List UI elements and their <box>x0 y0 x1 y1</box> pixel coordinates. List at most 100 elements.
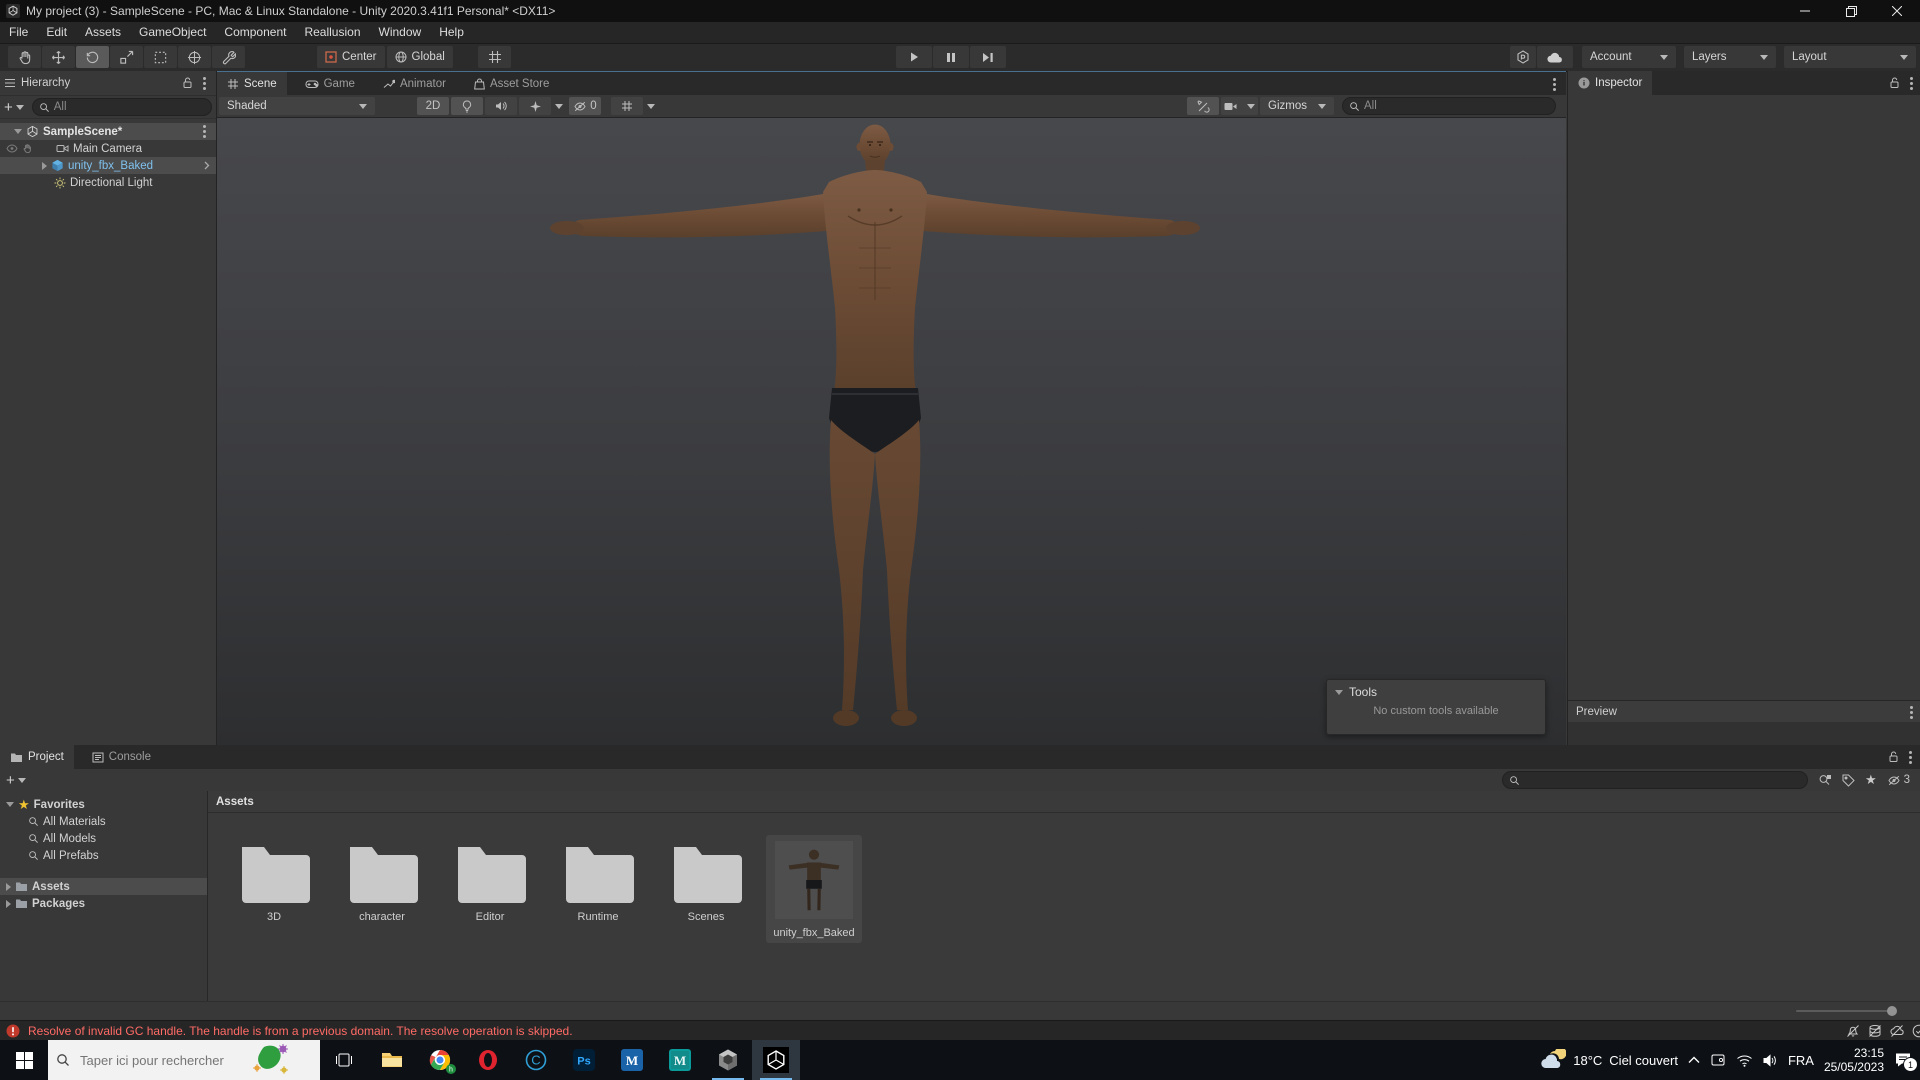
project-grid[interactable]: Assets 3D character Editor Runtime Scene… <box>208 791 1920 1002</box>
taskbar-search[interactable] <box>48 1040 320 1080</box>
menu-help[interactable]: Help <box>430 22 473 43</box>
unity-hub-button[interactable] <box>704 1040 752 1080</box>
effects-dropdown-icon[interactable] <box>555 103 563 109</box>
root-assets[interactable]: Assets <box>0 878 207 895</box>
project-search-input[interactable] <box>1501 771 1808 789</box>
tab-project[interactable]: Project <box>0 745 74 769</box>
preview-header[interactable]: Preview <box>1568 700 1920 723</box>
search-by-label-button[interactable] <box>1842 774 1855 787</box>
folder-3d[interactable]: 3D <box>226 841 322 943</box>
opera-button[interactable] <box>464 1040 512 1080</box>
favorite-all-materials[interactable]: All Materials <box>0 813 207 830</box>
search-by-type-button[interactable] <box>1818 774 1832 787</box>
gizmos-dropdown[interactable]: Gizmos <box>1260 97 1334 115</box>
menu-gameobject[interactable]: GameObject <box>130 22 215 43</box>
visibility-eye-icon[interactable] <box>6 144 18 153</box>
root-packages[interactable]: Packages <box>0 895 207 912</box>
preview-menu-kebab[interactable] <box>1910 710 1913 714</box>
maya-button[interactable]: M <box>656 1040 704 1080</box>
favorites-row[interactable]: ★ Favorites <box>0 796 207 813</box>
tools-overlay[interactable]: Tools No custom tools available <box>1326 679 1546 735</box>
start-button[interactable] <box>0 1040 48 1080</box>
notifications-muted-icon[interactable] <box>1846 1024 1860 1038</box>
component-tools-button[interactable] <box>1187 97 1220 115</box>
layout-dropdown[interactable]: Layout <box>1784 46 1916 68</box>
hierarchy-search-input[interactable]: All <box>31 98 212 116</box>
c-tool-button[interactable]: C <box>512 1040 560 1080</box>
menu-window[interactable]: Window <box>370 22 431 43</box>
language-indicator[interactable]: FRA <box>1788 1053 1814 1068</box>
create-dropdown-icon[interactable] <box>15 104 24 110</box>
scene-viewport[interactable]: Tools No custom tools available <box>217 118 1566 745</box>
hidden-objects-button[interactable]: 0 <box>569 97 601 115</box>
menu-reallusion[interactable]: Reallusion <box>295 22 369 43</box>
tab-scene[interactable]: Scene <box>217 72 287 96</box>
action-center-button[interactable]: 1 <box>1894 1052 1918 1072</box>
scene-grid-button[interactable] <box>611 97 643 115</box>
scene-panel-kebab[interactable] <box>1553 82 1556 86</box>
grid-dropdown-icon[interactable] <box>647 103 655 109</box>
custom-tool-button[interactable] <box>212 46 245 68</box>
scene-lighting-button[interactable] <box>451 97 483 115</box>
expander-icon[interactable] <box>42 161 47 170</box>
favorite-search-button[interactable]: ★ <box>1865 772 1877 788</box>
folder-character[interactable]: character <box>334 841 430 943</box>
scale-tool-button[interactable] <box>110 46 143 68</box>
chrome-button[interactable]: h <box>416 1040 464 1080</box>
expander-icon[interactable] <box>14 129 22 134</box>
activity-ok-icon[interactable] <box>1912 1024 1920 1038</box>
tab-asset-store[interactable]: Asset Store <box>464 72 559 96</box>
pause-button[interactable] <box>933 46 969 68</box>
tab-inspector[interactable]: Inspector <box>1568 71 1653 95</box>
taskbar-clock[interactable]: 23:15 25/05/2023 <box>1824 1046 1884 1074</box>
menu-assets[interactable]: Assets <box>76 22 130 43</box>
tab-console[interactable]: Console <box>82 745 161 769</box>
layers-dropdown[interactable]: Layers <box>1684 46 1776 68</box>
tab-game[interactable]: Game <box>295 72 365 96</box>
create-add-button[interactable]: + <box>6 772 15 789</box>
folder-runtime[interactable]: Runtime <box>550 841 646 943</box>
wifi-icon[interactable] <box>1736 1054 1753 1067</box>
hierarchy-item-directional-light[interactable]: Directional Light <box>0 174 216 191</box>
2d-toggle-button[interactable]: 2D <box>417 97 449 115</box>
draw-mode-dropdown[interactable]: Shaded <box>219 97 375 115</box>
photoshop-button[interactable]: Ps <box>560 1040 608 1080</box>
scene-header-row[interactable]: SampleScene* <box>0 123 216 140</box>
weather-widget[interactable]: 18°C Ciel couvert <box>1540 1049 1678 1071</box>
cache-server-disconnected-icon[interactable] <box>1868 1024 1882 1038</box>
expander-icon[interactable] <box>6 802 14 807</box>
folder-editor[interactable]: Editor <box>442 841 538 943</box>
inspector-menu-kebab[interactable] <box>1910 81 1913 85</box>
status-error-message[interactable]: Resolve of invalid GC handle. The handle… <box>28 1024 573 1038</box>
file-explorer-button[interactable] <box>368 1040 416 1080</box>
motionbuilder-button[interactable]: M <box>608 1040 656 1080</box>
lock-icon[interactable] <box>182 77 193 89</box>
transform-tool-button[interactable] <box>178 46 211 68</box>
volume-icon[interactable] <box>1763 1053 1778 1067</box>
scene-options-kebab[interactable] <box>203 130 206 133</box>
minimize-button[interactable] <box>1782 0 1828 22</box>
favorite-all-prefabs[interactable]: All Prefabs <box>0 847 207 864</box>
expander-icon[interactable] <box>6 899 11 908</box>
rotate-tool-button[interactable] <box>76 46 109 68</box>
hand-tool-button[interactable] <box>8 46 41 68</box>
folder-scenes[interactable]: Scenes <box>658 841 754 943</box>
pivot-toggle-button[interactable]: Center <box>317 46 385 68</box>
tablet-mode-icon[interactable] <box>1710 1053 1726 1067</box>
scene-search-input[interactable]: All <box>1342 97 1556 115</box>
scene-camera-button[interactable] <box>1221 97 1259 115</box>
task-view-button[interactable] <box>320 1040 368 1080</box>
create-add-button[interactable]: + <box>4 99 13 116</box>
unity-editor-button[interactable] <box>752 1040 800 1080</box>
move-tool-button[interactable] <box>42 46 75 68</box>
cloud-services-button[interactable] <box>1537 46 1573 68</box>
taskbar-search-input[interactable] <box>78 1051 242 1069</box>
lock-icon[interactable] <box>1889 77 1900 89</box>
lock-icon[interactable] <box>1888 751 1899 763</box>
account-dropdown[interactable]: Account <box>1582 46 1676 68</box>
favorite-all-models[interactable]: All Models <box>0 830 207 847</box>
expander-icon[interactable] <box>6 882 11 891</box>
scene-audio-button[interactable] <box>485 97 517 115</box>
step-button[interactable] <box>970 46 1006 68</box>
close-button[interactable] <box>1874 0 1920 22</box>
